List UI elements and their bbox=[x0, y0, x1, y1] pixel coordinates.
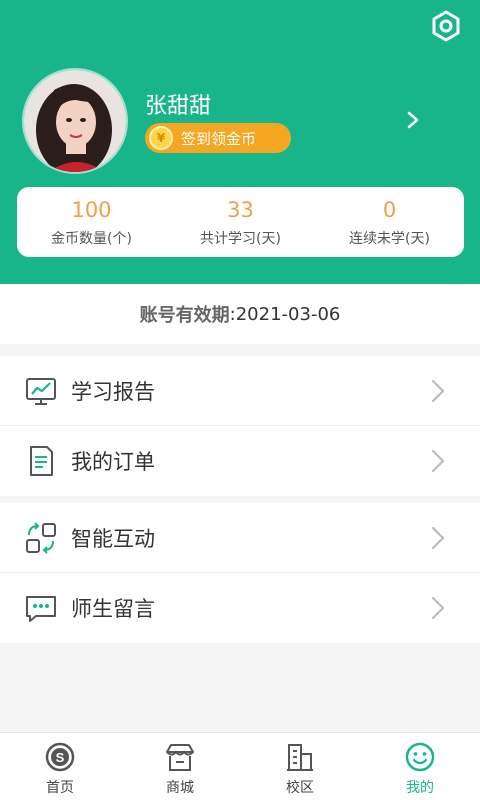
tab-shop[interactable]: 商城 bbox=[120, 733, 240, 800]
menu-item-messages[interactable]: 师生留言 bbox=[0, 573, 480, 643]
home-icon: S bbox=[45, 742, 75, 772]
svg-text:S: S bbox=[56, 750, 65, 765]
tab-label: 我的 bbox=[406, 780, 434, 796]
tab-label: 校区 bbox=[286, 780, 314, 796]
sign-in-coin-button[interactable]: ¥ 签到领金币 bbox=[145, 123, 291, 153]
menu-item-study-report[interactable]: 学习报告 bbox=[0, 356, 480, 426]
coin-icon: ¥ bbox=[149, 126, 173, 150]
chevron-right-icon bbox=[431, 526, 445, 550]
sign-in-coin-label: 签到领金币 bbox=[181, 129, 257, 148]
message-icon bbox=[26, 596, 56, 622]
report-icon bbox=[26, 377, 56, 405]
stat-coins[interactable]: 100 金币数量(个) bbox=[17, 187, 166, 257]
menu-item-smart-interaction[interactable]: 智能互动 bbox=[0, 503, 480, 573]
chevron-right-icon bbox=[431, 379, 445, 403]
menu-item-label: 师生留言 bbox=[71, 597, 155, 621]
stat-study-days[interactable]: 33 共计学习(天) bbox=[166, 187, 315, 257]
avatar-image bbox=[24, 70, 126, 172]
stat-label: 共计学习(天) bbox=[200, 231, 281, 247]
tab-label: 商城 bbox=[166, 780, 194, 796]
chevron-right-icon bbox=[431, 449, 445, 473]
validity-label: 账号有效期 bbox=[139, 305, 230, 326]
tab-label: 首页 bbox=[46, 780, 74, 796]
menu-item-label: 智能互动 bbox=[71, 526, 155, 551]
profile-icon bbox=[405, 742, 435, 772]
menu-item-label: 学习报告 bbox=[71, 379, 155, 404]
tab-campus[interactable]: 校区 bbox=[240, 733, 360, 800]
menu-group-2: 智能互动 师生留言 bbox=[0, 503, 480, 643]
profile-header: 张甜甜 ¥ 签到领金币 100 金币数量(个) 33 共计学习(天) 0 连续未… bbox=[0, 0, 480, 284]
account-validity: 账号有效期 : 2021-03-06 bbox=[0, 284, 480, 344]
settings-icon[interactable] bbox=[430, 10, 462, 42]
stat-missed-days[interactable]: 0 连续未学(天) bbox=[315, 187, 464, 257]
menu-item-my-orders[interactable]: 我的订单 bbox=[0, 426, 480, 496]
menu-item-label: 我的订单 bbox=[71, 450, 155, 474]
interaction-icon bbox=[26, 521, 56, 554]
stat-value: 0 bbox=[382, 198, 397, 222]
chevron-right-icon bbox=[431, 596, 445, 620]
shop-icon bbox=[166, 744, 194, 771]
stat-label: 金币数量(个) bbox=[51, 231, 132, 247]
stat-value: 100 bbox=[71, 198, 112, 222]
stats-card: 100 金币数量(个) 33 共计学习(天) 0 连续未学(天) bbox=[17, 187, 464, 257]
avatar[interactable] bbox=[22, 68, 128, 174]
validity-date: 2021-03-06 bbox=[235, 303, 341, 325]
order-icon bbox=[30, 446, 53, 476]
stat-label: 连续未学(天) bbox=[349, 231, 430, 247]
bottom-tab-bar: S 首页 商城 校区 我的 bbox=[0, 732, 480, 800]
chevron-right-icon[interactable] bbox=[402, 108, 424, 132]
menu-group-1: 学习报告 我的订单 bbox=[0, 356, 480, 496]
stat-value: 33 bbox=[227, 198, 254, 222]
campus-icon bbox=[287, 744, 313, 771]
tab-profile[interactable]: 我的 bbox=[360, 733, 480, 800]
username: 张甜甜 bbox=[145, 94, 212, 119]
tab-home[interactable]: S 首页 bbox=[0, 733, 120, 800]
